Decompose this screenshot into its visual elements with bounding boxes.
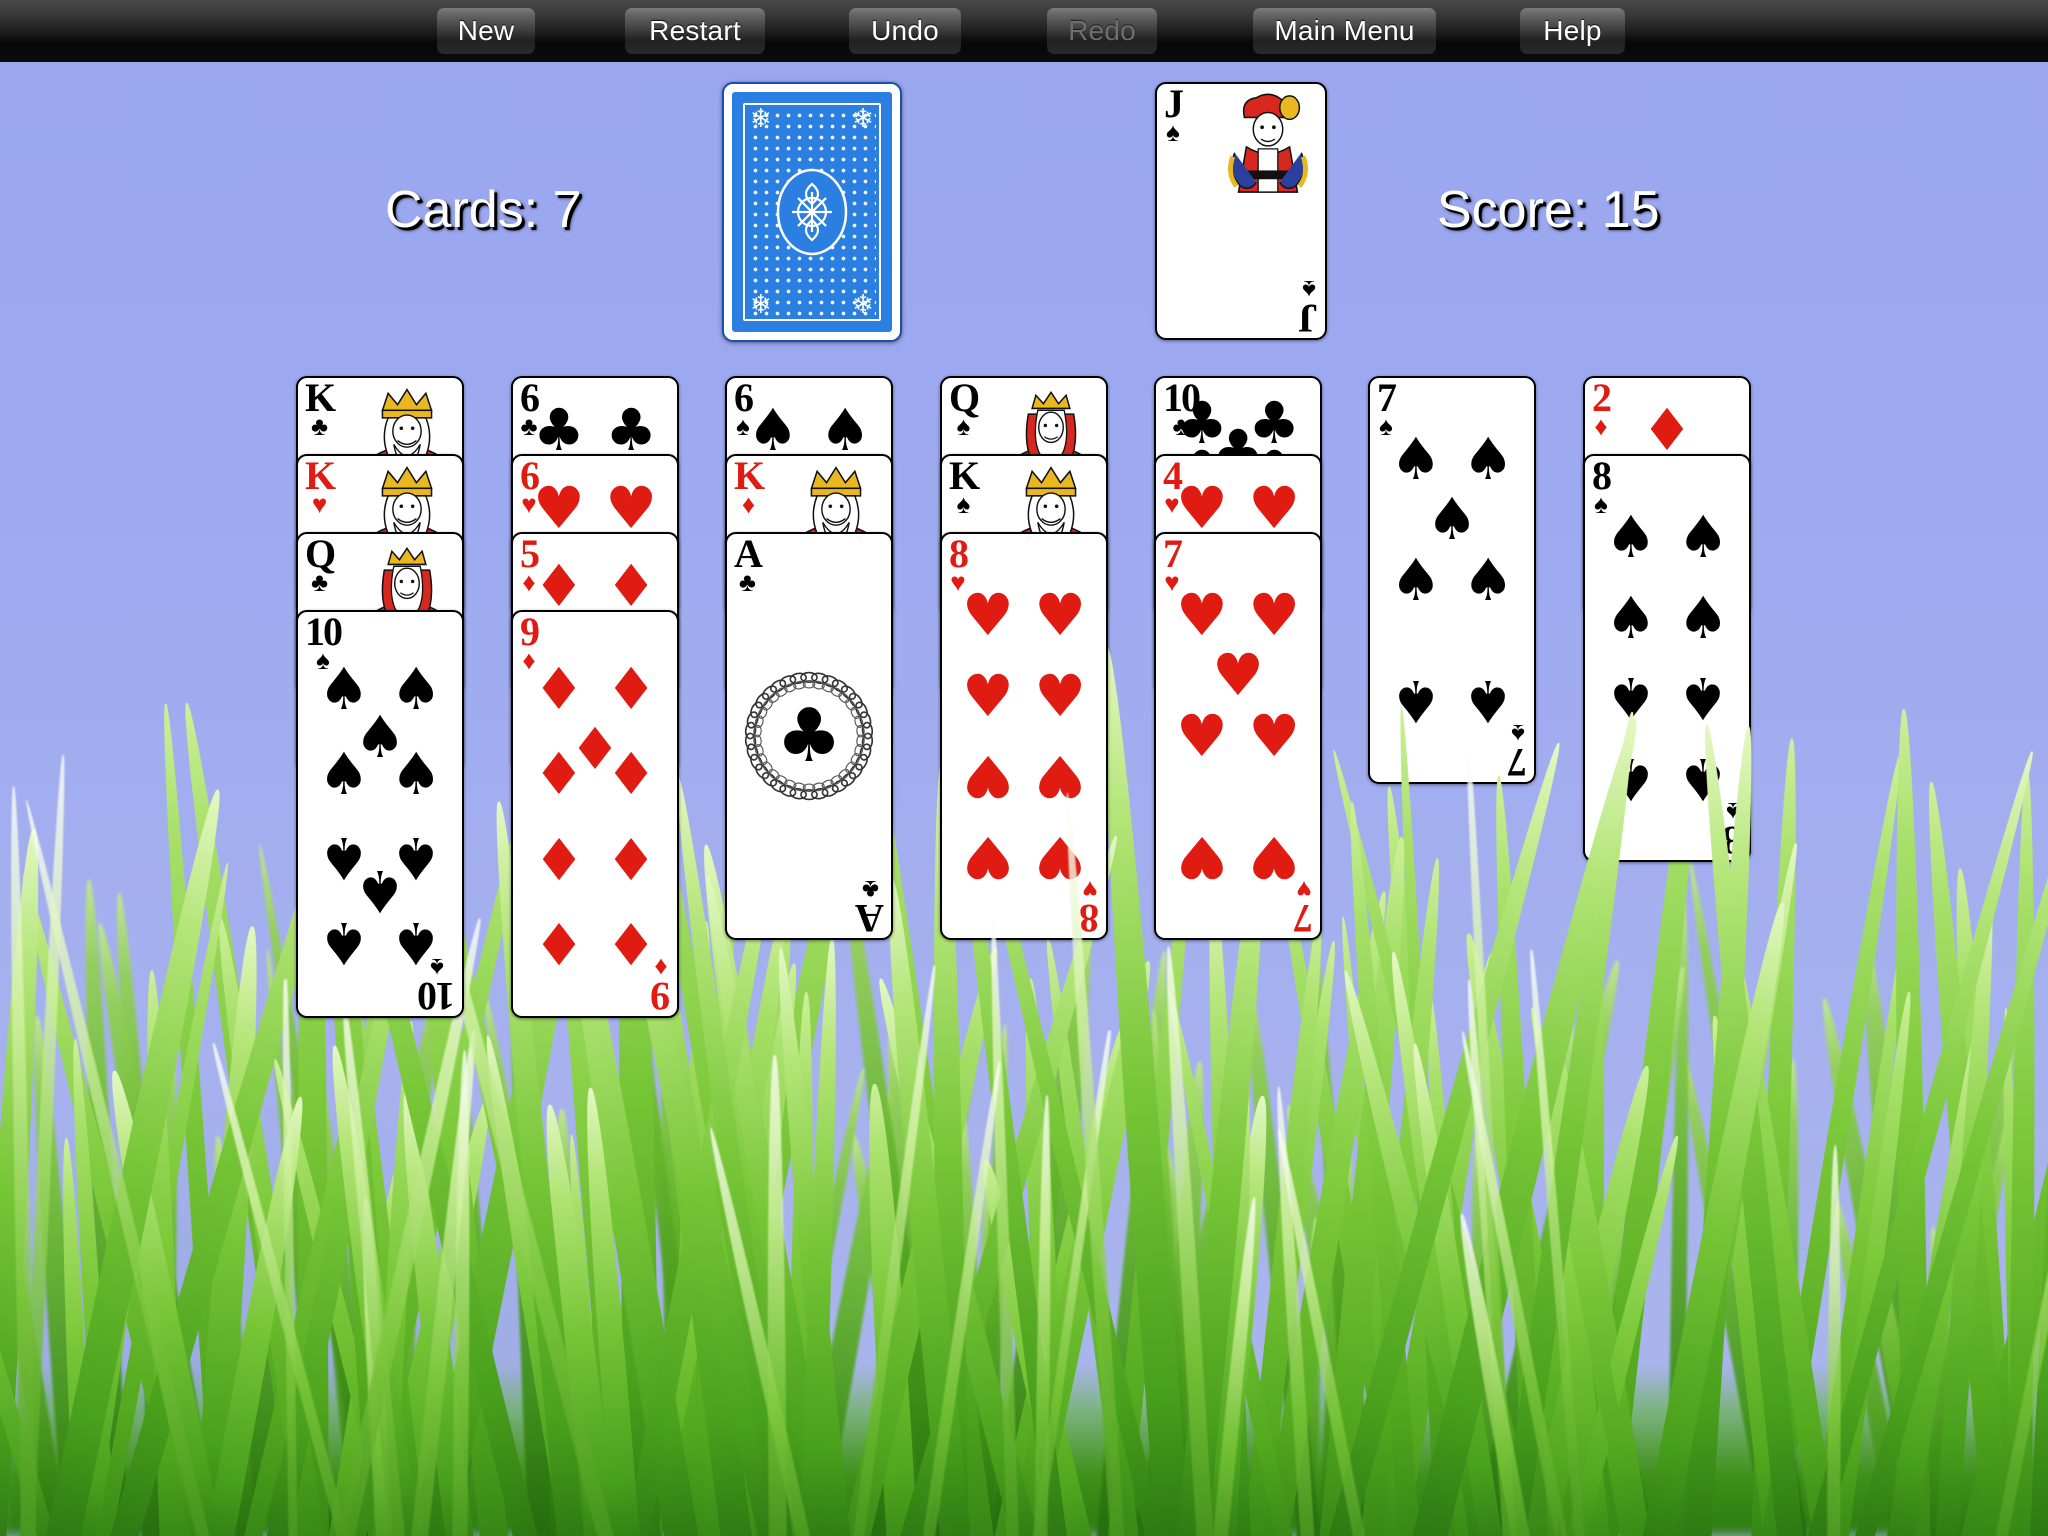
main-menu-button[interactable]: Main Menu <box>1253 8 1436 54</box>
card-pip: ♠ <box>390 739 443 808</box>
card-pip: ♥ <box>1248 823 1301 892</box>
card-pip: ♥ <box>961 823 1014 892</box>
card-corner-rank: Q ♣ <box>305 532 336 597</box>
card-pip: ♦ <box>605 824 658 893</box>
card-corner-rank: K ♥ <box>305 454 336 519</box>
card-pip: ♣ <box>605 395 658 464</box>
new-game-button[interactable]: New <box>437 8 535 54</box>
card-corner-rank: K ♦ <box>734 454 765 519</box>
card-pip: ♠ <box>1677 664 1730 733</box>
card-pip: ♦ <box>605 909 658 978</box>
card-pip: ♠ <box>390 909 443 978</box>
card-pip: ♥ <box>1248 702 1301 770</box>
help-button[interactable]: Help <box>1520 8 1625 54</box>
restart-button[interactable]: Restart <box>625 8 765 54</box>
card-pip: ♥ <box>1248 580 1301 649</box>
stock-pile[interactable]: ❄ ❄ ❄ ❄ <box>722 82 902 342</box>
card-pip: ♠ <box>1389 424 1442 493</box>
redo-button: Redo <box>1047 8 1157 54</box>
card-back-ornament-bl: ❄ <box>750 290 772 320</box>
card-pip: ♦ <box>532 739 585 808</box>
card-pip: ♣ <box>532 395 585 464</box>
card-pip: ♥ <box>1034 580 1087 649</box>
waste-pile[interactable]: J ♠ J ♠ <box>1155 82 1327 340</box>
toolbar: New Restart Undo Redo Main Menu Help <box>0 0 2048 62</box>
card-corner-rank-bottom: A ♣ <box>857 875 884 940</box>
card-pip: ♥ <box>1248 473 1301 542</box>
card-7-hearts[interactable]: 7 ♥ 7 ♥ ♥ ♥ ♥ ♥ ♥ ♥ ♥ <box>1154 532 1322 940</box>
card-pips: ♦ ♦ ♦ ♦ ♦ ♦ ♦ ♦ ♦ <box>513 612 677 1016</box>
card-pip: ♠ <box>1677 745 1730 814</box>
card-corner-rank: K ♣ <box>305 376 336 441</box>
card-pip: ♠ <box>1389 667 1442 736</box>
card-pip: ♠ <box>1462 667 1515 736</box>
card-pip: ♠ <box>1677 583 1730 652</box>
card-pip: ♦ <box>605 739 658 808</box>
card-pip: ♠ <box>1426 485 1478 554</box>
card-pip: ♦ <box>605 654 658 723</box>
card-pip: ♠ <box>317 909 370 978</box>
card-pip: ♠ <box>1677 502 1730 571</box>
card-7-spades[interactable]: 7 ♠ 7 ♠ ♠ ♠ ♠ ♠ ♠ ♠ ♠ <box>1368 376 1536 784</box>
card-pip: ♦ <box>1641 395 1693 464</box>
card-corner-rank: J ♠ <box>1164 82 1184 147</box>
card-pip: ♠ <box>1389 546 1442 614</box>
card-pip: ♠ <box>317 739 370 808</box>
card-pip: ♠ <box>1462 546 1515 614</box>
card-pip: ♦ <box>532 551 585 620</box>
card-pip: ♥ <box>1175 473 1228 542</box>
card-corner-rank: A ♣ <box>734 532 763 597</box>
card-back-medallion <box>774 164 850 260</box>
card-pip: ♠ <box>1604 502 1657 571</box>
card-pip: ♠ <box>1462 424 1515 493</box>
court-figure <box>1215 88 1321 334</box>
card-corner-rank: Q ♠ <box>949 376 980 441</box>
card-corner-rank: K ♠ <box>949 454 980 519</box>
card-A-clubs[interactable]: A ♣ A ♣ ♣ <box>725 532 893 940</box>
card-pip: ♦ <box>532 824 585 893</box>
card-10-spades[interactable]: 10 ♠ 10 ♠ ♠ ♠ ♠ ♠ ♠ ♠ ♠ ♠ ♠ ♠ <box>296 610 464 1018</box>
card-pip: ♥ <box>1175 702 1228 770</box>
card-pip: ♥ <box>961 661 1014 730</box>
card-8-hearts[interactable]: 8 ♥ 8 ♥ ♥ ♥ ♥ ♥ ♥ ♥ ♥ ♥ <box>940 532 1108 940</box>
card-pip: ♥ <box>961 742 1014 811</box>
cards-counter: Cards: 7 <box>385 181 582 239</box>
card-pip: ♦ <box>532 909 585 978</box>
card-pip: ♥ <box>1034 661 1087 730</box>
card-pip: ♥ <box>1212 641 1264 710</box>
card-back-pattern: ❄ ❄ ❄ ❄ <box>730 90 894 334</box>
score-counter: Score: 15 <box>1437 181 1660 239</box>
ace-center-pip: ♣ <box>740 667 878 805</box>
card-pip: ♥ <box>605 473 658 542</box>
card-pip: ♦ <box>605 551 658 620</box>
card-9-diamonds[interactable]: 9 ♦ 9 ♦ ♦ ♦ ♦ ♦ ♦ ♦ ♦ ♦ ♦ <box>511 610 679 1018</box>
card-pips: ♥ ♥ ♥ ♥ ♥ ♥ ♥ <box>1156 534 1320 938</box>
card-pip: ♥ <box>532 473 585 542</box>
card-back-ornament-tr: ❄ <box>852 104 874 134</box>
undo-button[interactable]: Undo <box>849 8 961 54</box>
card-back-ornament-br: ❄ <box>852 290 874 320</box>
card-pips: ♠ ♠ ♠ ♠ ♠ ♠ ♠ <box>1370 378 1534 782</box>
card-pip: ♥ <box>961 580 1014 649</box>
card-pip: ♦ <box>532 654 585 723</box>
card-pip: ♠ <box>1604 583 1657 652</box>
card-pip: ♥ <box>1175 823 1228 892</box>
card-pip: ♠ <box>746 395 799 464</box>
card-pip: ♥ <box>1175 580 1228 649</box>
card-pips: ♠ ♠ ♠ ♠ ♠ ♠ ♠ ♠ ♠ ♠ <box>298 612 462 1016</box>
card-pip: ♥ <box>1034 742 1087 811</box>
card-pip: ♠ <box>819 395 872 464</box>
card-pip: ♥ <box>1034 823 1087 892</box>
card-back-ornament-tl: ❄ <box>750 104 772 134</box>
card-pips: ♥ ♥ ♥ ♥ ♥ ♥ ♥ ♥ <box>942 534 1106 938</box>
